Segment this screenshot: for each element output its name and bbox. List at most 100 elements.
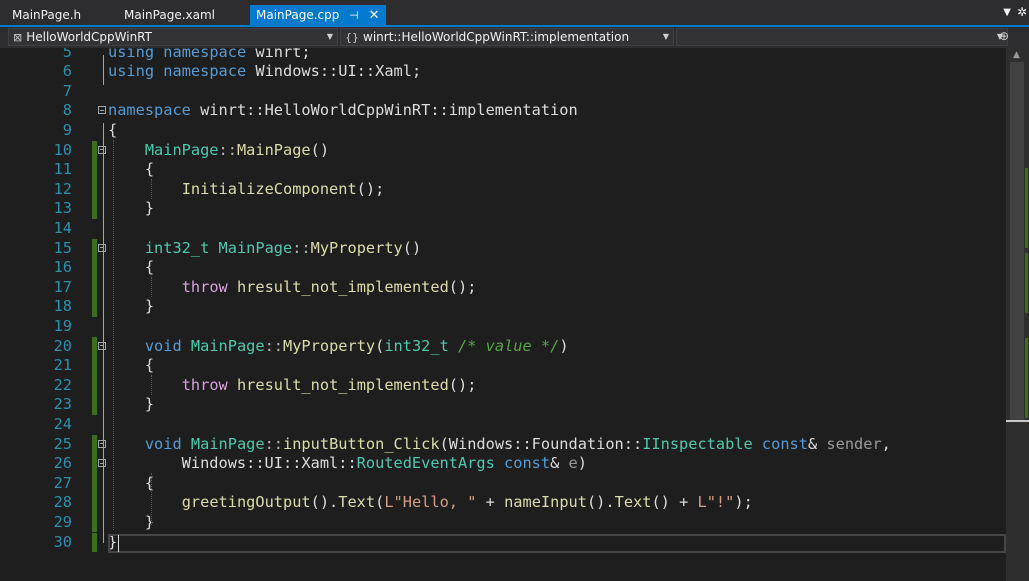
- code-token: /* value */: [458, 336, 560, 355]
- code-text: void MainPage::inputButton_Click(Windows…: [108, 435, 891, 455]
- line-number: 13: [53, 199, 72, 218]
- scope-dropdown[interactable]: {} winrt::HelloWorldCppWinRT::implementat…: [340, 28, 674, 46]
- scroll-position-marker: [1006, 420, 1029, 422]
- code-token: IInspectable: [642, 434, 753, 453]
- code-token: ,: [881, 434, 891, 453]
- scope-label: winrt::HelloWorldCppWinRT::implementatio…: [363, 30, 630, 44]
- tab-mainpage-xaml[interactable]: MainPage.xaml: [114, 5, 225, 25]
- code-text: {: [108, 160, 154, 180]
- code-line[interactable]: 6 using namespace Windows::UI::Xaml;: [0, 62, 1006, 82]
- code-editor[interactable]: 5 using​ namespace winrt; 6 using namespace…: [0, 48, 1006, 581]
- code-line[interactable]: 16 {: [0, 258, 1006, 278]
- code-token: Text: [614, 493, 652, 512]
- code-token: namespace: [163, 48, 247, 61]
- code-token: const: [504, 454, 551, 473]
- code-line[interactable]: 5 using​ namespace winrt;: [0, 48, 1006, 62]
- code-text: InitializeComponent();: [108, 180, 385, 200]
- code-line[interactable]: 23 }: [0, 395, 1006, 415]
- code-line[interactable]: 21 {: [0, 356, 1006, 376]
- code-line[interactable]: 18 }: [0, 297, 1006, 317]
- gear-icon[interactable]: ✲: [1017, 5, 1027, 19]
- change-marker: [1025, 338, 1028, 418]
- scroll-thumb[interactable]: [1010, 62, 1024, 422]
- collapse-icon[interactable]: [98, 243, 106, 252]
- code-token: {: [108, 160, 155, 179]
- vertical-scrollbar[interactable]: ▲: [1006, 48, 1029, 581]
- tab-mainpage-cpp[interactable]: MainPage.cpp ⊣ ✕: [250, 5, 386, 27]
- code-token: using: [108, 62, 155, 81]
- line-number: 6: [62, 62, 72, 81]
- line-number: 21: [53, 356, 72, 375]
- line-number: 15: [53, 238, 72, 257]
- line-number: 14: [53, 218, 72, 237]
- code-token: namespace: [163, 62, 247, 81]
- code-token: {: [108, 473, 155, 492]
- scroll-up-icon[interactable]: ▲: [1013, 50, 1020, 60]
- code-line[interactable]: 10 MainPage::MainPage(): [0, 140, 1006, 161]
- close-icon[interactable]: ✕: [369, 6, 380, 26]
- dropdown-icon[interactable]: ▼: [1003, 7, 1011, 18]
- code-line[interactable]: 9{: [0, 121, 1006, 141]
- code-line[interactable]: 19: [0, 317, 1006, 337]
- code-token: Windows::UI::Xaml::: [108, 454, 357, 473]
- line-number: 24: [53, 414, 72, 433]
- code-line[interactable]: 7: [0, 82, 1006, 102]
- code-line[interactable]: 14: [0, 219, 1006, 239]
- code-line[interactable]: 13 }: [0, 199, 1006, 219]
- code-token: RoutedEventArgs: [356, 454, 495, 473]
- code-line[interactable]: 26 Windows::UI::Xaml::RoutedEventArgs co…: [0, 454, 1006, 474]
- code-text: throw hresult_not_implemented();: [108, 376, 477, 396]
- line-number: 23: [53, 395, 72, 414]
- line-number: 11: [53, 160, 72, 179]
- tab-mainpage-h[interactable]: MainPage.h: [2, 5, 91, 25]
- line-number: 17: [53, 277, 72, 296]
- collapse-icon[interactable]: [98, 145, 106, 154]
- code-line[interactable]: 25 void MainPage::inputButton_Click(Wind…: [0, 434, 1006, 455]
- code-text: using namespace Windows::UI::Xaml;: [108, 62, 421, 82]
- line-number: 29: [53, 512, 72, 531]
- code-token: () +: [651, 493, 698, 512]
- code-token: MyProperty: [310, 238, 403, 257]
- line-number: 9: [62, 120, 72, 139]
- code-token: MainPage: [144, 140, 219, 159]
- code-token: );: [734, 493, 753, 512]
- collapse-icon[interactable]: [98, 439, 106, 448]
- code-token: int32_t: [384, 336, 449, 355]
- collapse-icon[interactable]: [98, 106, 106, 115]
- change-indicator: [92, 199, 97, 219]
- code-line[interactable]: 11 {: [0, 160, 1006, 180]
- code-token: L"Hello, ": [384, 493, 477, 512]
- collapse-icon[interactable]: [98, 459, 106, 468]
- indent-guide: [151, 375, 152, 395]
- code-line[interactable]: 20 void MainPage::MyProperty(int32_t /* …: [0, 336, 1006, 357]
- member-dropdown[interactable]: ▼: [676, 28, 1008, 46]
- code-line[interactable]: 15 int32_t MainPage::MyProperty(): [0, 238, 1006, 259]
- line-number: 10: [53, 140, 72, 159]
- code-token: const: [761, 434, 808, 453]
- code-text: {: [108, 258, 154, 278]
- split-icon[interactable]: ⊕: [999, 29, 1009, 43]
- code-token: inputButton_Click: [283, 434, 440, 453]
- code-line[interactable]: 8 namespace winrt::HelloWorldCppWinRT::im…: [0, 101, 1006, 121]
- code-token: {: [108, 258, 155, 277]
- project-dropdown[interactable]: ⊠ HelloWorldCppWinRT ▼: [8, 28, 338, 46]
- code-token: e: [568, 454, 578, 473]
- code-token: sender: [826, 434, 882, 453]
- change-marker: [1025, 168, 1028, 248]
- code-token: ().: [586, 493, 615, 512]
- code-token: greetingOutput: [181, 493, 311, 512]
- pin-icon[interactable]: ⊣: [349, 6, 359, 26]
- change-indicator: [92, 454, 97, 474]
- change-indicator: [92, 434, 97, 455]
- code-token: }: [108, 297, 155, 316]
- indent-guide: [151, 277, 152, 297]
- collapse-icon[interactable]: [98, 341, 106, 350]
- project-label: HelloWorldCppWinRT: [26, 30, 152, 44]
- change-indicator: [92, 258, 97, 278]
- code-token: ::: [292, 238, 311, 257]
- code-line[interactable]: 24: [0, 415, 1006, 435]
